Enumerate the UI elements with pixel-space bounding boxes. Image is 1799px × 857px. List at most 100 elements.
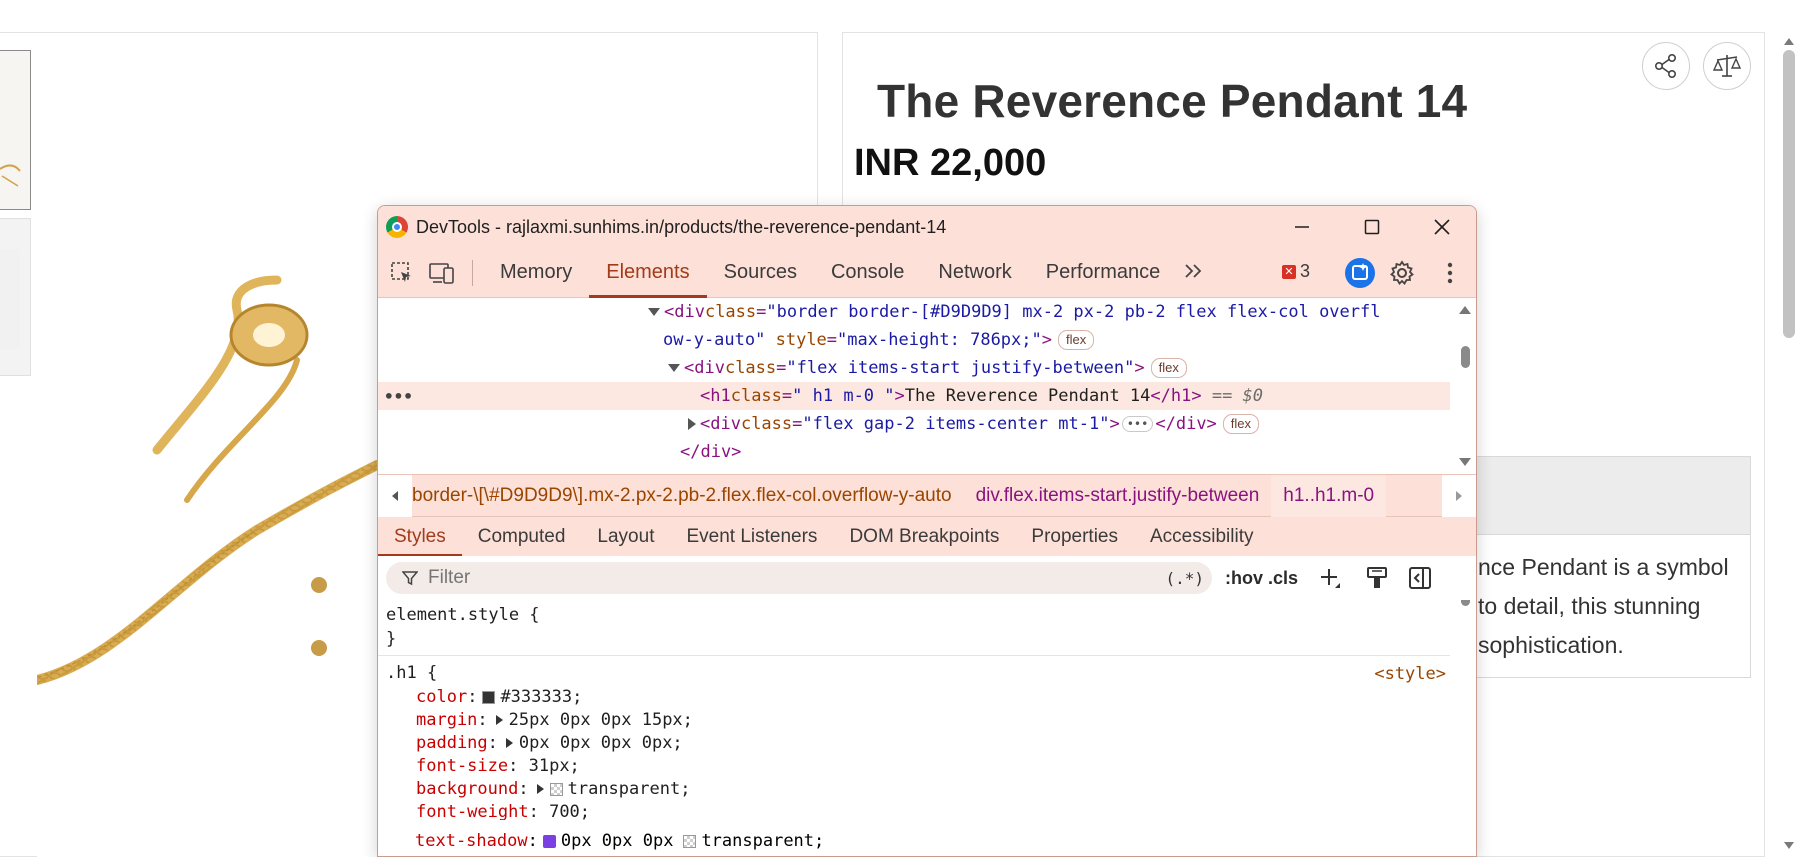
dom-node[interactable]: <div class = "flex gap-2 items-center mt-1… bbox=[378, 410, 1450, 438]
product-price: INR 22,000 bbox=[854, 142, 1047, 184]
flex-badge[interactable]: flex bbox=[1150, 358, 1187, 378]
more-tabs-button[interactable] bbox=[1177, 260, 1211, 286]
caret-left-icon bbox=[392, 490, 398, 501]
compare-scale-icon bbox=[1712, 55, 1742, 77]
tab-dom-breakpoints[interactable]: DOM Breakpoints bbox=[833, 517, 1015, 557]
breadcrumb-scroll-left[interactable] bbox=[378, 474, 412, 517]
css-property[interactable]: padding: 0px 0px 0px 0px; bbox=[416, 732, 683, 754]
error-counter[interactable]: ✕ 3 bbox=[1282, 261, 1310, 282]
styles-scrollbar[interactable] bbox=[1454, 600, 1476, 706]
tab-network[interactable]: Network bbox=[921, 248, 1028, 298]
breadcrumb-item-selected[interactable]: h1..h1.m-0 bbox=[1271, 474, 1387, 517]
dom-node-continuation: ow-y-auto" style = "max-height: 786px;" > f… bbox=[378, 326, 1450, 354]
rule-selector[interactable]: .h1 { bbox=[386, 662, 437, 684]
styles-subtabs: Styles Computed Layout Event Listeners D… bbox=[378, 516, 1476, 557]
devtools-window: DevTools - rajlaxmi.sunhims.in/products/… bbox=[377, 205, 1477, 857]
tab-properties[interactable]: Properties bbox=[1015, 517, 1134, 557]
element-style-selector[interactable]: element.style { bbox=[386, 604, 540, 626]
page-scrollbar[interactable] bbox=[1779, 32, 1799, 857]
class-toggle[interactable]: .cls bbox=[1268, 564, 1298, 592]
dom-node-close[interactable]: </div> bbox=[378, 438, 1450, 466]
rule-close-brace: } bbox=[386, 629, 397, 649]
transparent-swatch[interactable] bbox=[549, 782, 563, 796]
flex-badge[interactable]: flex bbox=[1058, 330, 1095, 350]
css-property[interactable]: color: #333333; bbox=[416, 686, 582, 708]
flex-badge[interactable]: flex bbox=[1222, 414, 1260, 434]
dom-node-selected[interactable]: ••• <h1 class = " h1 m-0 " > The Reverence P… bbox=[378, 382, 1450, 410]
collapsed-ellipsis[interactable]: ••• bbox=[1121, 416, 1154, 432]
css-property[interactable]: margin: 25px 0px 0px 15px; bbox=[416, 709, 693, 731]
description-text: to detail, this stunning bbox=[1478, 593, 1701, 619]
gear-icon bbox=[1390, 260, 1414, 285]
compare-button[interactable] bbox=[1703, 42, 1751, 90]
color-swatch[interactable] bbox=[482, 690, 496, 704]
devtools-titlebar[interactable]: DevTools - rajlaxmi.sunhims.in/products/… bbox=[378, 206, 1476, 248]
tab-computed[interactable]: Computed bbox=[462, 517, 582, 557]
close-button[interactable] bbox=[1407, 206, 1476, 248]
chrome-logo-icon bbox=[386, 216, 408, 238]
filter-field[interactable]: (.*) bbox=[386, 562, 1212, 594]
product-title: The Reverence Pendant 14 bbox=[877, 75, 1468, 127]
rule-divider bbox=[378, 655, 1450, 656]
expand-triangle-icon[interactable] bbox=[688, 418, 696, 430]
expand-shorthand-icon[interactable] bbox=[536, 784, 544, 794]
inspect-icon bbox=[391, 261, 411, 282]
breadcrumb-item[interactable]: border-\[\#D9D9D9\].mx-2.px-2.pb-2.flex.… bbox=[412, 475, 964, 517]
gallery-thumbnail[interactable] bbox=[0, 50, 31, 210]
close-icon bbox=[1434, 219, 1450, 235]
ai-assistance-button[interactable] bbox=[1340, 253, 1380, 293]
breadcrumb-scroll-right[interactable] bbox=[1442, 474, 1476, 517]
maximize-button[interactable] bbox=[1337, 206, 1407, 248]
breadcrumb-item[interactable]: div.flex.items-start.justify-between bbox=[964, 475, 1272, 517]
minimize-button[interactable] bbox=[1267, 206, 1337, 248]
collapse-triangle-icon[interactable] bbox=[648, 308, 660, 316]
tab-styles[interactable]: Styles bbox=[378, 517, 462, 557]
elements-dom-tree[interactable]: <div class = "border border-[#D9D9D9] mx-2… bbox=[378, 298, 1476, 474]
toggle-sidebar-button[interactable] bbox=[1408, 564, 1432, 592]
expand-shorthand-icon[interactable] bbox=[495, 715, 503, 725]
rendering-emulation-button[interactable] bbox=[1366, 564, 1388, 592]
new-style-rule-button[interactable] bbox=[1318, 564, 1342, 592]
scroll-thumb[interactable] bbox=[1783, 50, 1795, 338]
settings-button[interactable] bbox=[1382, 253, 1422, 293]
dom-node[interactable]: <div class = "border border-[#D9D9D9] mx-2… bbox=[378, 298, 1450, 326]
scroll-up-icon[interactable] bbox=[1784, 38, 1794, 45]
tab-elements[interactable]: Elements bbox=[589, 248, 707, 298]
transparent-swatch[interactable] bbox=[683, 834, 697, 848]
toolbar-divider bbox=[472, 259, 473, 286]
tab-console[interactable]: Console bbox=[814, 248, 921, 298]
scroll-down-icon[interactable] bbox=[1784, 842, 1794, 849]
description-header[interactable] bbox=[1475, 456, 1751, 535]
filter-input[interactable] bbox=[428, 567, 1148, 589]
gallery-thumbnail[interactable] bbox=[0, 218, 31, 376]
tab-event-listeners[interactable]: Event Listeners bbox=[670, 517, 833, 557]
css-property[interactable]: text-shadow: 0px 0px 0px transparent; bbox=[415, 830, 824, 852]
css-property[interactable]: font-size: 31px; bbox=[416, 755, 580, 777]
hover-state-toggle[interactable]: :hov bbox=[1225, 564, 1263, 592]
more-actions-icon[interactable]: ••• bbox=[384, 387, 413, 406]
breadcrumb: border-\[\#D9D9D9\].mx-2.px-2.pb-2.flex.… bbox=[378, 474, 1476, 517]
customize-menu-button[interactable] bbox=[1430, 253, 1470, 293]
styles-pane[interactable]: element.style { } .h1 { <style> color: #… bbox=[378, 600, 1476, 820]
tab-layout[interactable]: Layout bbox=[581, 517, 670, 557]
shadow-editor-icon[interactable] bbox=[542, 834, 556, 848]
inspect-element-button[interactable] bbox=[382, 253, 422, 293]
device-toolbar-button[interactable] bbox=[422, 253, 462, 293]
style-source-link[interactable]: <style> bbox=[1374, 664, 1446, 684]
tab-accessibility[interactable]: Accessibility bbox=[1134, 517, 1269, 557]
regex-toggle[interactable]: (.*) bbox=[1165, 569, 1204, 588]
dom-tree-scrollbar[interactable] bbox=[1454, 298, 1476, 474]
chevron-double-right-icon bbox=[1185, 263, 1202, 278]
share-button[interactable] bbox=[1642, 42, 1690, 90]
expand-shorthand-icon[interactable] bbox=[505, 738, 513, 748]
css-property[interactable]: font-weight: 700; bbox=[416, 801, 590, 820]
dom-node[interactable]: <div class = "flex items-start justify-bet… bbox=[378, 354, 1450, 382]
css-property[interactable]: background: transparent; bbox=[416, 778, 690, 800]
maximize-icon bbox=[1364, 219, 1380, 235]
minimize-icon bbox=[1295, 226, 1309, 228]
filter-icon bbox=[402, 571, 418, 586]
tab-memory[interactable]: Memory bbox=[483, 248, 589, 298]
collapse-triangle-icon[interactable] bbox=[668, 364, 680, 372]
tab-performance[interactable]: Performance bbox=[1029, 248, 1178, 298]
tab-sources[interactable]: Sources bbox=[707, 248, 814, 298]
